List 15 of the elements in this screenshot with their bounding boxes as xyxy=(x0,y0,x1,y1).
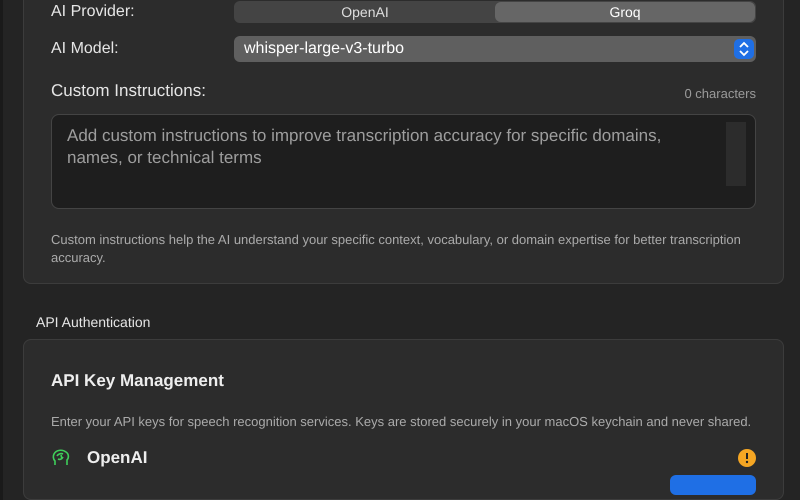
description-text: Enter your API keys for speech recognition services. Keys are stored securely in your macOS keychain and never shared. xyxy=(51,413,752,431)
section-title: API Authentication xyxy=(36,312,152,332)
provider-name: OpenAI xyxy=(87,447,148,469)
action-button[interactable] xyxy=(670,474,756,494)
chevron-updown-icon xyxy=(734,39,754,59)
card-heading: API Key Management xyxy=(51,370,225,392)
segment-tab[interactable]: Groq xyxy=(495,2,755,22)
field-label: Custom Instructions: xyxy=(51,80,206,102)
segment-tab[interactable]: OpenAI xyxy=(235,2,495,22)
help-text: Custom instructions help the AI understand your specific context, vocabulary, or domain expertise for better transcription accuracy. xyxy=(51,230,742,266)
field-label: AI Model: xyxy=(51,39,120,59)
model-dropdown[interactable]: whisper-large-v3-turbo xyxy=(234,36,756,62)
field-label: AI Provider: xyxy=(51,2,136,22)
instructions-field[interactable]: Add custom instructions to improve transcription accuracy for specific domains, names, or technical terms xyxy=(51,114,756,208)
character-count: 0 characters xyxy=(684,85,756,103)
